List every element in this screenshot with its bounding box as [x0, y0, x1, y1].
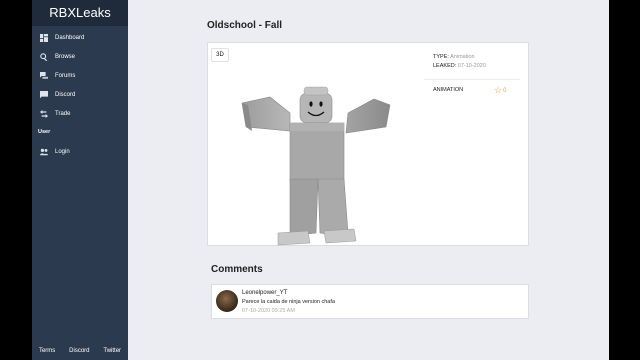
- sidebar-item-login[interactable]: Login: [32, 142, 128, 161]
- meta-type-label: TYPE:: [433, 54, 449, 60]
- footer-link-discord[interactable]: Discord: [69, 348, 89, 354]
- meta-leaked-value: 07-10-2020: [457, 63, 486, 69]
- item-meta: TYPE: Animation LEAKED: 07-10-2020: [433, 53, 486, 71]
- comment-item: Leonelpower_YT Parece la caida de ninja …: [211, 284, 529, 319]
- chat-icon: [39, 90, 48, 99]
- dashboard-icon: [39, 33, 48, 42]
- item-viewer-card: 3D TYPE: Animation LEAKED: 07-10-2020 AN…: [207, 42, 529, 246]
- sidebar-item-label: Forums: [55, 72, 76, 79]
- people-icon: [39, 147, 48, 156]
- footer-link-terms[interactable]: Terms: [39, 348, 55, 354]
- category-tag: ANIMATION: [433, 87, 464, 93]
- sidebar-item-label: Login: [55, 148, 70, 155]
- view-3d-button[interactable]: 3D: [211, 48, 229, 62]
- search-icon: [39, 52, 48, 61]
- meta-divider: [424, 79, 520, 80]
- main-content: Oldschool - Fall 3D TYPE: Animation LEAK…: [128, 0, 609, 360]
- star-icon: ☆: [494, 85, 503, 95]
- forum-icon: [39, 71, 48, 80]
- meta-leaked-label: LEAKED:: [433, 63, 457, 69]
- footer-link-twitter[interactable]: Twitter: [103, 348, 121, 354]
- sidebar-item-forums[interactable]: Forums: [32, 66, 128, 85]
- meta-leaked-row: LEAKED: 07-10-2020: [433, 62, 486, 71]
- sidebar-item-label: Discord: [55, 91, 76, 98]
- comment-timestamp: 07-10-2020 09:25 AM: [242, 308, 295, 314]
- sidebar-item-dashboard[interactable]: Dashboard: [32, 28, 128, 47]
- sidebar: RBXLeaks Dashboard Browse Forums Discord…: [32, 0, 128, 360]
- sidebar-item-label: Dashboard: [55, 34, 85, 41]
- sidebar-nav: Dashboard Browse Forums Discord Trade Us…: [32, 26, 128, 161]
- avatar[interactable]: [216, 290, 238, 312]
- meta-type-value: Animation: [450, 54, 475, 60]
- page-title: Oldschool - Fall: [207, 20, 283, 31]
- comment-text: Parece la caida de ninja version chafa: [242, 299, 335, 305]
- swap-icon: [39, 109, 48, 118]
- sidebar-item-label: Trade: [55, 110, 71, 117]
- favorite-count: 0: [503, 87, 507, 94]
- sidebar-item-trade[interactable]: Trade: [32, 104, 128, 123]
- sidebar-item-browse[interactable]: Browse: [32, 47, 128, 66]
- sidebar-footer: Terms Discord Twitter: [32, 348, 128, 354]
- comments-heading: Comments: [211, 264, 263, 275]
- sidebar-item-discord[interactable]: Discord: [32, 85, 128, 104]
- comment-username[interactable]: Leonelpower_YT: [242, 290, 287, 296]
- meta-type-row: TYPE: Animation: [433, 53, 486, 62]
- sidebar-item-label: Browse: [55, 53, 76, 60]
- brand-logo[interactable]: RBXLeaks: [32, 0, 128, 26]
- app-frame: RBXLeaks Dashboard Browse Forums Discord…: [32, 0, 609, 360]
- user-section-heading: User: [38, 129, 51, 135]
- avatar-3d-preview[interactable]: [238, 83, 408, 248]
- favorite-button[interactable]: ☆ 0: [494, 85, 506, 96]
